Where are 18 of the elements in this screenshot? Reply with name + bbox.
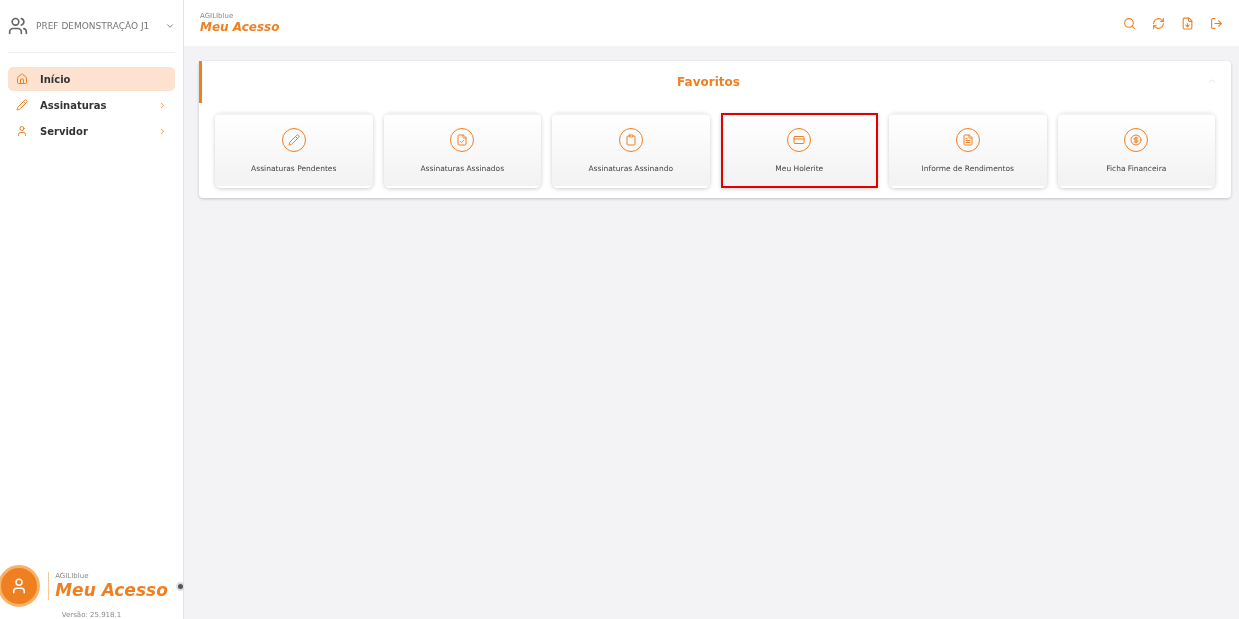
- sidebar-item[interactable]: Início: [8, 67, 175, 91]
- logout-icon[interactable]: [1210, 16, 1223, 30]
- brand-title: Meu Acesso: [200, 20, 280, 34]
- brand-title: Meu Acesso: [55, 580, 168, 600]
- search-icon[interactable]: [1123, 16, 1136, 30]
- organization-icon: [8, 16, 28, 36]
- refresh-icon[interactable]: [1152, 16, 1165, 30]
- dropdown-icon[interactable]: [165, 21, 175, 31]
- user-icon: [16, 125, 28, 137]
- download-icon[interactable]: [1181, 16, 1194, 30]
- sidebar-item[interactable]: Servidor: [8, 119, 175, 143]
- pencil-icon: [16, 99, 28, 111]
- sidebar-item[interactable]: Assinaturas: [8, 93, 175, 117]
- home-icon: [16, 73, 28, 85]
- chevron-icon: [158, 126, 167, 136]
- panel-title: Favoritos: [677, 75, 740, 89]
- organization-name: PREF DEMONSTRAÇÃO J1: [36, 21, 151, 31]
- chevron-icon: [158, 100, 167, 110]
